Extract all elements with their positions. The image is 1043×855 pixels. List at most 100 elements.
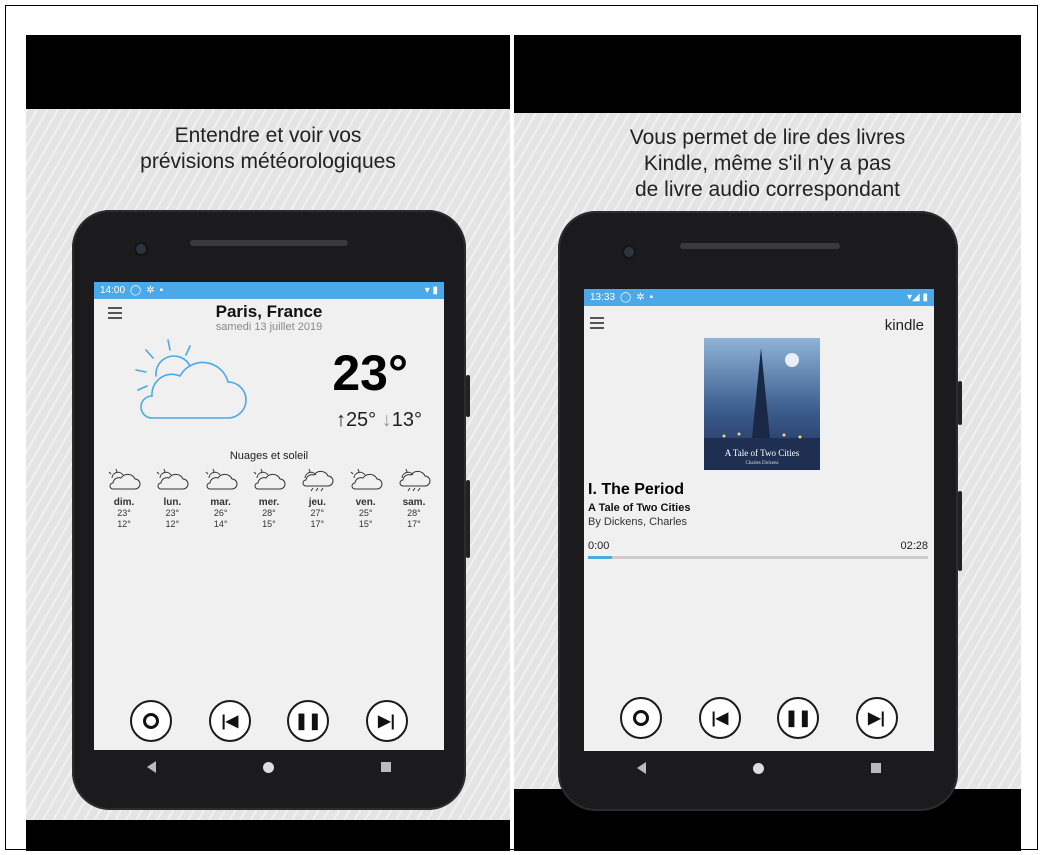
high-temperature: 25° <box>345 409 377 431</box>
top-black-band <box>514 35 1021 113</box>
status-time: 14:00 <box>100 285 126 296</box>
alexa-button[interactable] <box>130 700 173 742</box>
notification-icon: ▪ <box>159 285 164 296</box>
kindle-screenshot-panel: Vous permet de lire des livres Kindle, m… <box>514 35 1021 851</box>
cloud-sun-icon <box>108 468 141 490</box>
alexa-ring-icon <box>143 713 160 729</box>
back-icon[interactable] <box>637 762 647 774</box>
progress-slider[interactable] <box>588 556 928 559</box>
forecast-low: 12° <box>117 519 131 529</box>
front-camera <box>136 244 146 254</box>
playback-controls: |◀ ❚❚ ▶| <box>584 697 934 739</box>
home-icon[interactable] <box>262 761 274 773</box>
bottom-black-band <box>26 820 510 851</box>
pause-icon: ❚❚ <box>784 710 812 727</box>
caption-line-3: de livre audio correspondant <box>634 178 900 201</box>
chapter-title: I. The Period <box>588 481 685 498</box>
cloud-sun-icon <box>156 468 189 490</box>
high-low-temperature: ↑25° ↓13° <box>336 409 422 432</box>
kindle-logo: kindle <box>884 317 924 334</box>
earpiece-speaker <box>680 243 840 249</box>
caption-line-1: Vous permet de lire des livres <box>629 126 906 149</box>
cloud-sun-icon <box>350 468 383 490</box>
forecast-day-name: mar. <box>210 497 231 508</box>
previous-icon: |◀ <box>711 710 729 727</box>
previous-button[interactable]: |◀ <box>208 700 251 742</box>
phone-frame: 14:00 ◯ ✲ ▪ ▾ ▮ Paris, France samedi 13 … <box>72 210 470 810</box>
next-button[interactable]: ▶| <box>365 700 408 742</box>
forecast-low: 12° <box>165 519 180 529</box>
current-temperature: 23° <box>332 345 408 401</box>
caption-line-2: Kindle, même s'il n'y a pas <box>643 152 892 175</box>
book-title: A Tale of Two Cities <box>588 502 691 514</box>
settings-icon: ✲ <box>636 292 645 303</box>
elapsed-time: 0:00 <box>588 540 610 552</box>
forecast-high: 23° <box>117 508 131 518</box>
cloud-rain-icon <box>302 468 334 492</box>
back-icon[interactable] <box>147 761 157 773</box>
notification-icon: ▪ <box>649 292 654 303</box>
wifi-signal-battery-icon: ▾◢ ▮ <box>907 292 928 303</box>
volume-button <box>958 491 962 571</box>
sync-icon: ◯ <box>620 292 632 303</box>
next-button[interactable]: ▶| <box>855 697 898 739</box>
recents-icon[interactable] <box>380 762 391 772</box>
weather-screenshot-panel: Entendre et voir vos prévisions météorol… <box>26 35 510 851</box>
cloud-sun-icon <box>205 468 238 490</box>
book-cover[interactable]: A Tale of Two Cities Charles Dickens <box>704 338 820 470</box>
pause-icon: ❚❚ <box>294 713 322 730</box>
forecast-day: mar. 26° 14° <box>199 468 243 530</box>
earpiece-speaker <box>190 240 348 246</box>
forecast-high: 28° <box>407 508 421 518</box>
total-time: 02:28 <box>900 540 928 552</box>
forecast-day-name: lun. <box>163 497 182 508</box>
cloud-rain-icon <box>399 468 431 492</box>
forecast-day-name: dim. <box>113 497 135 508</box>
wifi-battery-icon: ▾ ▮ <box>424 285 438 296</box>
forecast-day-name: mer. <box>258 497 280 508</box>
pause-button[interactable]: ❚❚ <box>777 697 820 739</box>
phone-frame: 13:33 ◯ ✲ ▪ ▾◢ ▮ kindle A Tale of Two Ci… <box>558 211 962 811</box>
next-icon: ▶| <box>868 710 885 727</box>
arrow-up-icon: ↑ <box>335 409 346 431</box>
city-name: Paris, France <box>215 302 323 321</box>
recents-icon[interactable] <box>870 763 881 773</box>
cover-title: A Tale of Two Cities <box>724 448 800 458</box>
android-navbar <box>584 751 934 785</box>
menu-icon[interactable] <box>590 317 604 332</box>
forecast-low: 14° <box>213 519 228 529</box>
forecast-high: 25° <box>358 508 373 518</box>
caption-line-2: prévisions météorologiques <box>140 150 396 173</box>
front-camera <box>624 247 634 257</box>
home-icon[interactable] <box>752 762 764 774</box>
status-bar: 13:33 ◯ ✲ ▪ ▾◢ ▮ <box>584 289 934 306</box>
forecast-day: lun. 23° 12° <box>150 468 194 530</box>
alexa-button[interactable] <box>620 697 663 739</box>
android-navbar <box>94 750 444 784</box>
weather-screen: 14:00 ◯ ✲ ▪ ▾ ▮ Paris, France samedi 13 … <box>94 282 444 750</box>
forecast-high: 23° <box>165 508 180 518</box>
caption-line-1: Entendre et voir vos <box>174 124 362 147</box>
forecast-day-name: ven. <box>355 497 376 508</box>
forecast-high: 28° <box>262 508 276 518</box>
next-icon: ▶| <box>378 713 395 730</box>
status-bar: 14:00 ◯ ✲ ▪ ▾ ▮ <box>94 282 444 299</box>
book-author: By Dickens, Charles <box>588 516 688 528</box>
kindle-screen: 13:33 ◯ ✲ ▪ ▾◢ ▮ kindle A Tale of Two Ci… <box>584 289 934 751</box>
forecast-day-name: sam. <box>402 497 426 508</box>
forecast-day: ven. 25° 15° <box>344 468 388 530</box>
pause-button[interactable]: ❚❚ <box>287 700 330 742</box>
forecast-day: mer. 28° 15° <box>247 468 291 530</box>
forecast-day-name: jeu. <box>308 497 326 508</box>
playback-controls: |◀ ❚❚ ▶| <box>94 700 444 742</box>
forecast-high: 27° <box>310 508 325 518</box>
forecast-day: sam. 28° 17° <box>392 468 436 530</box>
cloud-sun-icon <box>135 339 247 419</box>
previous-button[interactable]: |◀ <box>698 697 741 739</box>
progress-fill <box>588 556 612 559</box>
weather-caption: Entendre et voir vos prévisions météorol… <box>26 123 510 175</box>
forecast-low: 17° <box>407 519 421 529</box>
low-temperature: 13° <box>391 409 422 431</box>
settings-icon: ✲ <box>146 285 155 296</box>
arrow-down-icon: ↓ <box>381 409 392 431</box>
